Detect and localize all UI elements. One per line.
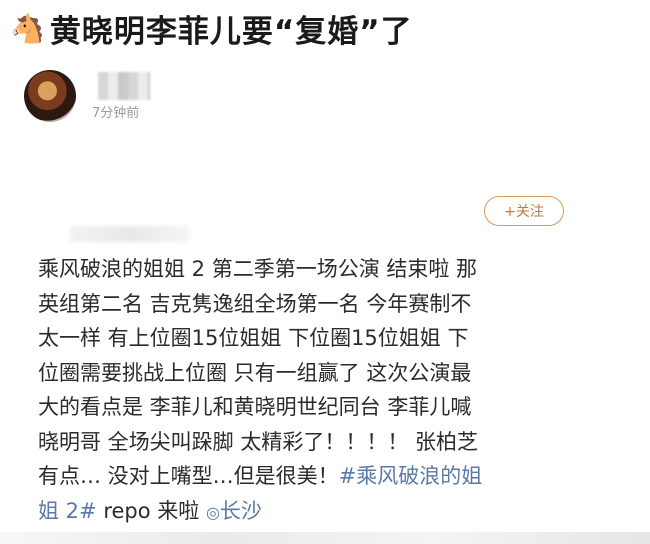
location-pin-icon: ◎ <box>205 502 220 522</box>
blurred-strip <box>70 226 190 242</box>
post-line: 太一样 有上位圈15位姐姐 下位圈15位姐姐 下 <box>38 326 469 350</box>
headline-text: 黄晓明李菲儿要“复婚”了 <box>49 14 413 50</box>
avatar[interactable] <box>24 70 76 122</box>
post-line-text: 有点… 没对上嘴型…但是很美！ <box>38 464 339 488</box>
post-line: 姐 2# repo 来啦 ◎长沙 <box>38 494 558 529</box>
post-line: 位圈需要挑战上位圈 只有一组赢了 这次公演最 <box>38 360 472 385</box>
horse-icon: 🐴 <box>10 12 46 45</box>
username-blurred[interactable] <box>98 72 150 100</box>
post-line-text: repo 来啦 <box>96 498 206 523</box>
post-line: 乘风破浪的姐姐 2 第二季第一场公演 结束啦 那 <box>38 257 478 281</box>
post-line: 大的看点是 李菲儿和黄晓明世纪同台 李菲儿喊 <box>38 395 472 419</box>
post-timestamp: 7分钟前 <box>92 106 140 121</box>
topic-link[interactable]: #乘风破浪的姐 <box>339 464 483 488</box>
headline: 🐴 黄晓明李菲儿要“复婚”了 <box>10 6 413 51</box>
follow-button[interactable]: +关注 <box>484 196 564 226</box>
topic-link-continued[interactable]: 姐 2# <box>38 499 97 523</box>
location-link[interactable]: 长沙 <box>220 499 262 523</box>
post-line: 晓明哥 全场尖叫跺脚 太精彩了！！！！ 张柏芝 <box>38 429 479 454</box>
post-line: 英组第二名 吉克隽逸组全场第一名 今年赛制不 <box>38 291 472 316</box>
post-body: 乘风破浪的姐姐 2 第二季第一场公演 结束啦 那 英组第二名 吉克隽逸组全场第一… <box>38 252 558 528</box>
bottom-blurred-edge <box>0 532 650 544</box>
post-line: 有点… 没对上嘴型…但是很美！#乘风破浪的姐 <box>38 459 558 494</box>
